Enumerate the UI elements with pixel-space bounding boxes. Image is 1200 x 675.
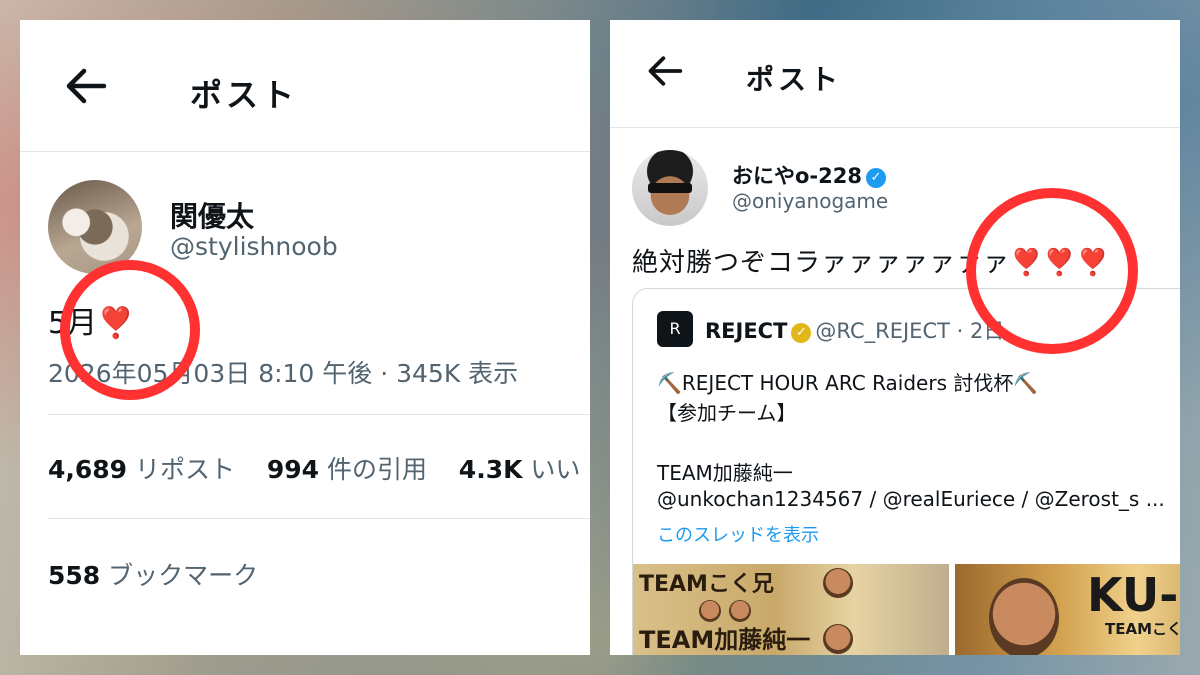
post-stats: 4,689 リポスト 994 件の引用 4.3K いい: [48, 450, 580, 486]
divider: [48, 518, 590, 519]
image-caption: TEAMこく兄: [639, 572, 774, 597]
author-name-text: おにやo-228: [732, 164, 862, 188]
person-icon: [989, 578, 1059, 655]
quotes-count[interactable]: 994: [267, 455, 319, 484]
likes-label[interactable]: いい: [530, 455, 580, 484]
quoted-image[interactable]: KU- TEAMこく兄: [955, 564, 1180, 655]
show-thread-link[interactable]: このスレッドを表示: [657, 521, 819, 547]
bookmarks-count: 558: [48, 561, 101, 590]
quoted-text-line: ⛏️REJECT HOUR ARC Raiders 討伐杯⛏️: [657, 371, 1039, 395]
quoted-text-line: 【参加チーム】: [657, 401, 797, 425]
reject-logo-icon: R: [657, 311, 693, 347]
bookmarks-label: ブックマーク: [108, 561, 259, 590]
right-topbar: ポスト: [610, 20, 1180, 128]
post-text-body: 絶対勝つぞコラァァァァァァァ: [632, 248, 1011, 278]
left-post-screenshot: ポスト 関優太 @stylishnoob 5月❣️ 2026年05月03日 8:…: [20, 20, 590, 655]
reposts-label[interactable]: リポスト: [135, 455, 235, 484]
page-title: ポスト: [190, 76, 299, 114]
quoted-image[interactable]: TEAMこく兄 TEAM加藤純一: [633, 564, 949, 655]
author-name[interactable]: おにやo-228 ✓: [732, 160, 886, 190]
highlight-circle: [966, 188, 1138, 354]
image-caption: TEAM加藤純一: [639, 626, 811, 654]
quoted-text-line: TEAM加藤純一: [657, 461, 793, 485]
back-arrow-icon[interactable]: [64, 66, 108, 106]
image-caption: TEAMこく兄: [1105, 620, 1180, 638]
person-icon: [699, 600, 721, 622]
sunglasses-icon: [648, 183, 692, 193]
left-topbar: ポスト: [20, 20, 590, 152]
image-caption: KU-: [1087, 568, 1179, 622]
divider: [48, 414, 590, 415]
reposts-count[interactable]: 4,689: [48, 455, 127, 484]
quoted-author-name: REJECT: [705, 319, 788, 343]
likes-count[interactable]: 4.3K: [459, 455, 523, 484]
back-arrow-icon[interactable]: [646, 54, 684, 88]
quoted-post-card[interactable]: R REJECT ✓ @RC_REJECT · 2日 ⛏️REJECT HOUR A…: [632, 288, 1180, 655]
author-handle[interactable]: @stylishnoob: [170, 232, 338, 261]
author-name[interactable]: 関優太: [170, 195, 254, 235]
author-handle[interactable]: @oniyanogame: [732, 189, 888, 213]
person-icon: [823, 624, 853, 654]
quoted-text-line[interactable]: @unkochan1234567 / @realEuriece / @Zeros…: [657, 487, 1165, 511]
person-icon: [729, 600, 751, 622]
bookmarks-stat[interactable]: 558 ブックマーク: [48, 556, 258, 592]
quotes-label[interactable]: 件の引用: [327, 455, 427, 484]
right-post-screenshot: ポスト おにやo-228 ✓ @oniyanogame 絶対勝つぞコラァァァァァァ…: [610, 20, 1180, 655]
page-title: ポスト: [746, 63, 843, 96]
person-icon: [823, 568, 853, 598]
highlight-circle: [60, 260, 200, 400]
verified-badge-icon: ✓: [865, 168, 886, 188]
gold-verified-badge-icon: ✓: [791, 323, 812, 343]
quoted-author-handle: @RC_REJECT · 2日: [815, 319, 1005, 343]
quoted-author: REJECT ✓ @RC_REJECT · 2日: [705, 315, 1004, 345]
